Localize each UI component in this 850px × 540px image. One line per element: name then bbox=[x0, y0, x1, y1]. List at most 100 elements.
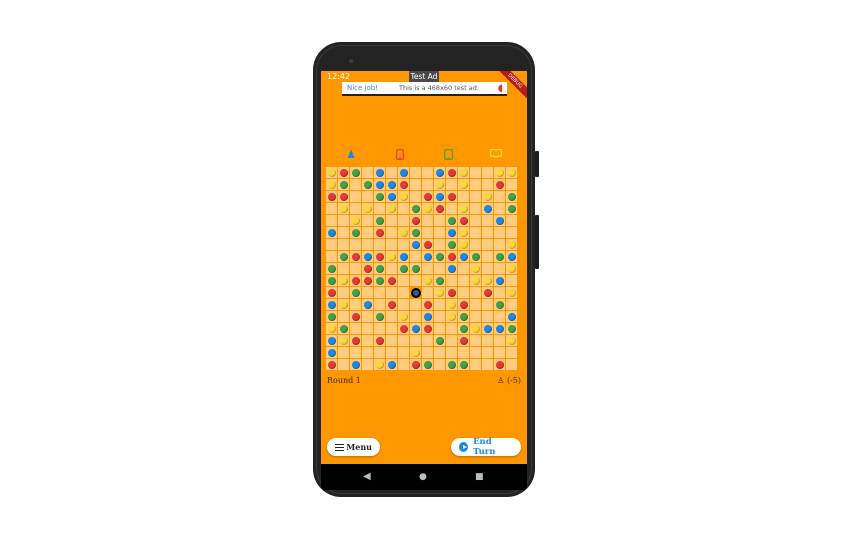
board-cell[interactable] bbox=[350, 179, 361, 190]
green-piece[interactable] bbox=[411, 228, 420, 237]
board-cell[interactable] bbox=[470, 359, 481, 370]
board-cell[interactable] bbox=[338, 287, 349, 298]
red-piece[interactable] bbox=[423, 240, 432, 249]
board-cell[interactable] bbox=[422, 179, 433, 190]
board-cell[interactable] bbox=[374, 239, 385, 250]
board-cell[interactable] bbox=[398, 275, 409, 286]
board-cell[interactable] bbox=[398, 335, 409, 346]
blue-piece[interactable] bbox=[411, 240, 420, 249]
blue-piece[interactable] bbox=[327, 228, 336, 237]
green-piece[interactable] bbox=[363, 180, 372, 189]
board-cell[interactable] bbox=[506, 287, 517, 298]
green-piece[interactable] bbox=[327, 276, 336, 285]
board-cell[interactable] bbox=[338, 299, 349, 310]
board-cell[interactable] bbox=[350, 227, 361, 238]
board-cell[interactable] bbox=[398, 179, 409, 190]
board-cell[interactable] bbox=[494, 287, 505, 298]
green-piece[interactable] bbox=[435, 252, 444, 261]
board-cell[interactable] bbox=[506, 179, 517, 190]
yellow-piece[interactable] bbox=[339, 300, 348, 309]
board-cell[interactable] bbox=[362, 215, 373, 226]
board-cell[interactable] bbox=[350, 275, 361, 286]
board-cell[interactable] bbox=[446, 227, 457, 238]
board-cell[interactable] bbox=[494, 167, 505, 178]
board-cell[interactable] bbox=[326, 239, 337, 250]
board-cell[interactable] bbox=[482, 299, 493, 310]
board-cell[interactable] bbox=[434, 179, 445, 190]
board-cell[interactable] bbox=[374, 323, 385, 334]
yellow-piece[interactable] bbox=[387, 252, 396, 261]
board-cell[interactable] bbox=[398, 251, 409, 262]
board-cell[interactable] bbox=[326, 287, 337, 298]
board-cell[interactable] bbox=[506, 203, 517, 214]
board-cell[interactable] bbox=[458, 167, 469, 178]
board-cell[interactable] bbox=[482, 167, 493, 178]
board-cell[interactable] bbox=[494, 191, 505, 202]
red-piece[interactable] bbox=[375, 336, 384, 345]
board-cell[interactable] bbox=[506, 191, 517, 202]
board-cell[interactable] bbox=[386, 179, 397, 190]
red-piece[interactable] bbox=[351, 276, 360, 285]
red-piece[interactable] bbox=[411, 216, 420, 225]
red-piece[interactable] bbox=[399, 180, 408, 189]
blue-piece[interactable] bbox=[399, 252, 408, 261]
board-cell[interactable] bbox=[422, 203, 433, 214]
board-cell[interactable] bbox=[470, 323, 481, 334]
menu-button[interactable]: Menu bbox=[327, 438, 380, 456]
board-cell[interactable] bbox=[470, 311, 481, 322]
board-cell[interactable] bbox=[386, 167, 397, 178]
board-cell[interactable] bbox=[470, 251, 481, 262]
yellow-piece[interactable] bbox=[507, 336, 516, 345]
yellow-piece[interactable] bbox=[411, 348, 420, 357]
red-piece[interactable] bbox=[351, 336, 360, 345]
yellow-piece[interactable] bbox=[399, 228, 408, 237]
board-cell[interactable] bbox=[482, 191, 493, 202]
board-cell[interactable] bbox=[350, 347, 361, 358]
board-cell[interactable] bbox=[410, 251, 421, 262]
board-cell[interactable] bbox=[422, 263, 433, 274]
board-cell[interactable] bbox=[494, 263, 505, 274]
board-cell[interactable] bbox=[350, 239, 361, 250]
board-cell[interactable] bbox=[362, 359, 373, 370]
blue-piece[interactable] bbox=[387, 180, 396, 189]
board-cell[interactable] bbox=[338, 347, 349, 358]
board-cell[interactable] bbox=[398, 239, 409, 250]
board-cell[interactable] bbox=[374, 179, 385, 190]
board-cell[interactable] bbox=[362, 167, 373, 178]
yellow-piece[interactable] bbox=[327, 324, 336, 333]
board-cell[interactable] bbox=[338, 191, 349, 202]
board-cell[interactable] bbox=[374, 347, 385, 358]
board-cell[interactable] bbox=[386, 359, 397, 370]
blue-piece[interactable] bbox=[495, 216, 504, 225]
board-cell[interactable] bbox=[434, 359, 445, 370]
yellow-piece[interactable] bbox=[483, 276, 492, 285]
red-piece[interactable] bbox=[339, 192, 348, 201]
board-cell[interactable] bbox=[494, 179, 505, 190]
board-cell[interactable] bbox=[338, 275, 349, 286]
board-cell[interactable] bbox=[470, 347, 481, 358]
board-cell[interactable] bbox=[494, 335, 505, 346]
board-cell[interactable] bbox=[422, 347, 433, 358]
green-piece[interactable] bbox=[351, 288, 360, 297]
yellow-piece[interactable] bbox=[339, 204, 348, 213]
board-cell[interactable] bbox=[422, 311, 433, 322]
board-cell[interactable] bbox=[506, 323, 517, 334]
board-cell[interactable] bbox=[458, 347, 469, 358]
board-cell[interactable] bbox=[458, 239, 469, 250]
board-cell[interactable] bbox=[434, 215, 445, 226]
board-cell[interactable] bbox=[446, 335, 457, 346]
board-cell[interactable] bbox=[326, 275, 337, 286]
green-piece[interactable] bbox=[495, 300, 504, 309]
blue-piece[interactable] bbox=[435, 168, 444, 177]
board-cell[interactable] bbox=[338, 359, 349, 370]
board-cell[interactable] bbox=[338, 323, 349, 334]
board-cell[interactable] bbox=[470, 335, 481, 346]
red-piece[interactable] bbox=[495, 180, 504, 189]
blue-piece[interactable] bbox=[411, 324, 420, 333]
board-cell[interactable] bbox=[482, 179, 493, 190]
board-cell[interactable] bbox=[374, 311, 385, 322]
board-cell[interactable] bbox=[350, 311, 361, 322]
red-piece[interactable] bbox=[351, 252, 360, 261]
board-cell[interactable] bbox=[410, 263, 421, 274]
board-cell[interactable] bbox=[470, 167, 481, 178]
